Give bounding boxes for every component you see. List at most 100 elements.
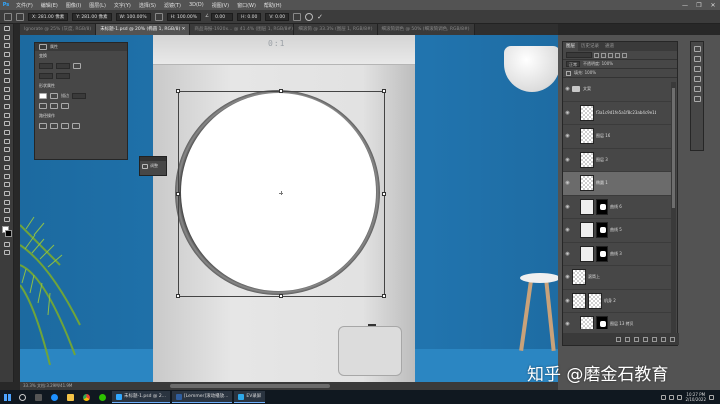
marquee-tool-icon[interactable] <box>0 41 14 50</box>
layers-scroll-thumb[interactable] <box>672 88 675 208</box>
more-tools-icon[interactable] <box>0 215 14 224</box>
link-layers-icon[interactable] <box>616 336 621 342</box>
tab-untitled-1[interactable]: 未标题-1.psd @ 20% (椭圆 1, RGB/8) ✕ <box>96 24 191 35</box>
layer-row-selected[interactable]: ◉ 椭圆 1 <box>563 172 671 196</box>
path-select-tool-icon[interactable] <box>0 180 14 189</box>
layer-row[interactable]: ◉ 曲线 3 <box>563 243 671 266</box>
hand-tool-icon[interactable] <box>0 198 14 207</box>
hskew-field[interactable]: H: 0.00 <box>237 12 262 21</box>
tab-history[interactable]: 历史记录 <box>578 42 602 51</box>
height-field[interactable]: H: 100.00% <box>166 12 202 21</box>
swatches-panel-icon[interactable] <box>693 56 701 62</box>
healing-brush-tool-icon[interactable] <box>0 94 14 103</box>
layer-row[interactable]: ◉ 机身 2 <box>563 290 671 313</box>
layer-kind-select[interactable] <box>566 52 592 58</box>
prop-h-field[interactable] <box>56 63 70 69</box>
transform-handle[interactable] <box>382 294 386 298</box>
layer-row[interactable]: ◉ 滚筒上 <box>563 266 671 290</box>
intersect-shapes-icon[interactable] <box>61 123 69 129</box>
ellipse-tool-icon[interactable] <box>0 189 14 198</box>
artboard-tool-icon[interactable] <box>0 33 14 42</box>
stroke-swatch[interactable] <box>50 93 58 99</box>
libraries-panel-icon[interactable] <box>693 86 701 92</box>
layer-row[interactable]: ◉ 曲线 5 <box>563 219 671 243</box>
tab-channels[interactable]: 通道 <box>602 42 617 51</box>
tab-layers[interactable]: 图层 <box>563 42 578 51</box>
layers-scrollbar[interactable] <box>671 82 676 333</box>
visibility-eye-icon[interactable]: ◉ <box>563 251 572 257</box>
prop-x-field[interactable] <box>39 73 53 79</box>
notifications-icon[interactable] <box>709 394 714 400</box>
horizontal-scroll-thumb[interactable] <box>170 384 330 388</box>
width-field[interactable]: W: 100.00% <box>115 12 151 21</box>
task-view-icon[interactable] <box>30 390 46 404</box>
color-swatches[interactable] <box>0 224 14 240</box>
delete-layer-icon[interactable] <box>670 336 675 342</box>
background-color[interactable] <box>5 229 12 237</box>
transform-tool-icon[interactable] <box>4 12 12 21</box>
maximize-button[interactable]: ❐ <box>692 2 706 9</box>
layer-row[interactable]: ◉ 图层 13 拷贝 <box>563 313 671 329</box>
network-icon[interactable] <box>661 394 667 400</box>
layer-mask-thumbnail[interactable] <box>596 198 608 215</box>
frame-tool-icon[interactable] <box>0 76 14 85</box>
tab-drum-color[interactable]: 细滚筒调色 @ 50% (细滚筒调色, RGB/8#) <box>377 24 475 35</box>
layer-mask-thumbnail[interactable] <box>596 245 608 262</box>
tab-drum[interactable]: 细滚筒 @ 33.3% (图层 1, RGB/8#) <box>294 24 378 35</box>
stroke-caps-icon[interactable] <box>50 103 58 109</box>
lock-icon[interactable] <box>566 70 571 76</box>
tab-poster[interactable]: 商品海报-1920x... @ 41.4% (图层 1, RGB/8#) <box>190 24 295 35</box>
link-icon[interactable] <box>154 12 163 21</box>
exclude-shapes-icon[interactable] <box>72 123 80 129</box>
menu-window[interactable]: 窗口(W) <box>233 2 260 9</box>
type-filter-icon[interactable] <box>608 52 613 58</box>
transform-handle[interactable] <box>382 192 386 196</box>
menu-image[interactable]: 图像(I) <box>62 2 85 9</box>
transform-handle[interactable] <box>382 89 386 93</box>
start-button[interactable] <box>0 390 14 404</box>
history-brush-tool-icon[interactable] <box>0 120 14 129</box>
smart-object-filter-icon[interactable] <box>622 52 627 58</box>
transform-handle[interactable] <box>279 294 283 298</box>
wechat-icon[interactable] <box>94 390 110 404</box>
dodge-tool-icon[interactable] <box>0 154 14 163</box>
visibility-eye-icon[interactable]: ◉ <box>563 180 572 186</box>
layer-row[interactable]: ◉ f3a1c9d1fe5a1f8c23ab4c9e1bd01c7 <box>563 102 671 125</box>
close-button[interactable]: ✕ <box>706 2 720 9</box>
properties-panel-icon[interactable] <box>693 66 701 72</box>
menu-help[interactable]: 帮助(H) <box>260 2 286 9</box>
visibility-eye-icon[interactable]: ◉ <box>563 204 572 210</box>
chrome-icon[interactable] <box>78 390 94 404</box>
cancel-transform-icon[interactable] <box>305 12 314 21</box>
combine-shapes-icon[interactable] <box>39 123 47 129</box>
screen-mode-icon[interactable] <box>0 249 14 258</box>
warp-mode-icon[interactable] <box>293 12 302 21</box>
menu-edit[interactable]: 编辑(E) <box>37 2 62 9</box>
edge-browser-icon[interactable] <box>46 390 62 404</box>
prop-w-field[interactable] <box>39 63 53 69</box>
eraser-tool-icon[interactable] <box>0 128 14 137</box>
transform-handle[interactable] <box>176 192 180 196</box>
visibility-eye-icon[interactable]: ◉ <box>563 133 572 139</box>
clock[interactable]: 10:27 PM 2/10/2022 <box>685 392 706 402</box>
transform-handle[interactable] <box>176 89 180 93</box>
pen-tool-icon[interactable] <box>0 163 14 172</box>
commit-transform-icon[interactable]: ✓ <box>317 13 323 21</box>
menu-file[interactable]: 文件(F) <box>12 2 37 9</box>
layer-row[interactable]: ◉ 文案 <box>563 78 671 102</box>
stroke-width-field[interactable] <box>72 93 86 99</box>
brush-tool-icon[interactable] <box>0 102 14 111</box>
menu-3d[interactable]: 3D(D) <box>185 2 208 8</box>
volume-icon[interactable] <box>669 394 675 400</box>
pixel-filter-icon[interactable] <box>594 52 599 58</box>
transform-bounding-box[interactable] <box>178 91 385 297</box>
crop-tool-icon[interactable] <box>0 67 14 76</box>
quick-select-tool-icon[interactable] <box>0 59 14 68</box>
search-icon[interactable] <box>14 390 30 404</box>
menu-filter[interactable]: 滤镜(T) <box>160 2 185 9</box>
fill-field[interactable]: 填充: 100% <box>574 70 596 76</box>
shape-filter-icon[interactable] <box>615 52 620 58</box>
visibility-eye-icon[interactable]: ◉ <box>563 86 572 92</box>
zoom-tool-icon[interactable] <box>0 206 14 215</box>
menu-type[interactable]: 文字(Y) <box>110 2 135 9</box>
